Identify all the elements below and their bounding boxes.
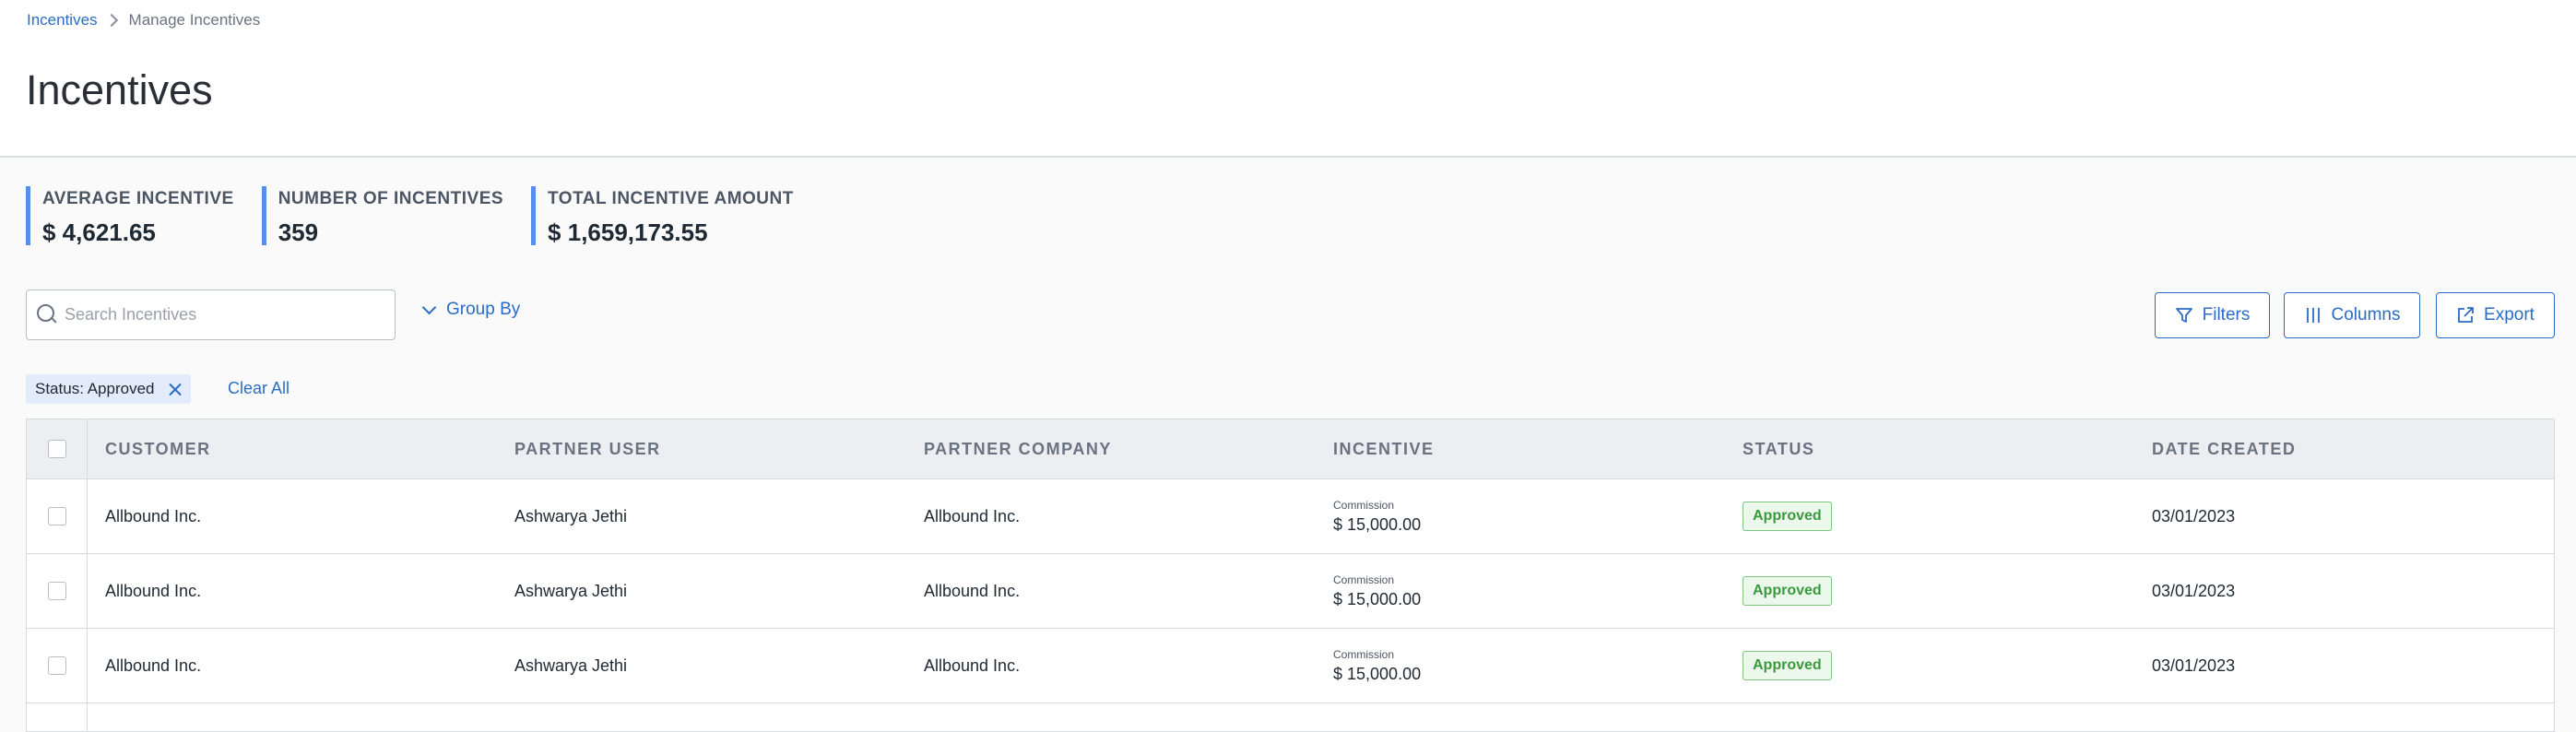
page-title: Incentives (26, 66, 213, 113)
cell-partner-user: Ashwarya Jethi (514, 655, 628, 675)
filter-chip-status: Status: Approved (26, 374, 192, 404)
stat-total-incentive-amount: TOTAL INCENTIVE AMOUNT $ 1,659,173.55 (531, 186, 794, 246)
filter-icon (2175, 308, 2192, 323)
columns-icon (2306, 308, 2320, 323)
cell-date-created: 03/01/2023 (2152, 506, 2236, 525)
cell-incentive: Commission $ 15,000.00 (1316, 648, 1725, 684)
row-check-cell (27, 703, 88, 731)
select-all-checkbox[interactable] (47, 440, 66, 458)
cell-partner-company: Allbound Inc. (924, 655, 1021, 675)
column-header-status[interactable]: STATUS (1725, 440, 2134, 459)
columns-button[interactable]: Columns (2284, 292, 2420, 338)
group-by-button[interactable]: Group By (421, 300, 521, 320)
filters-label: Filters (2202, 305, 2251, 325)
status-badge: Approved (1743, 502, 1832, 531)
row-check-cell (27, 554, 88, 628)
table-row[interactable]: Allbound Inc. Ashwarya Jethi Allbound In… (27, 479, 2554, 554)
export-icon (2458, 307, 2474, 323)
breadcrumb-incentives-link[interactable]: Incentives (27, 11, 98, 30)
stat-number-of-incentives: NUMBER OF INCENTIVES 359 (261, 186, 504, 246)
row-check-cell (27, 629, 88, 702)
column-header-partner-user[interactable]: PARTNER USER (497, 440, 906, 459)
filters-button[interactable]: Filters (2155, 292, 2270, 338)
stat-value: $ 4,621.65 (42, 218, 156, 246)
cell-partner-company: Allbound Inc. (924, 506, 1021, 525)
incentive-type: Commission (1333, 647, 1395, 661)
stat-label: AVERAGE INCENTIVE (42, 189, 234, 208)
table-row[interactable]: Allbound Inc. Ashwarya Jethi Allbound In… (27, 629, 2554, 703)
search-box[interactable] (26, 289, 396, 340)
cell-status: Approved (1725, 651, 2134, 680)
cell-incentive: Commission $ 15,000.00 (1316, 573, 1725, 609)
cell-incentive: Commission $ 15,000.00 (1316, 499, 1725, 535)
cell-customer: Allbound Inc. (105, 581, 202, 600)
stat-value: $ 1,659,173.55 (548, 218, 708, 246)
columns-label: Columns (2331, 305, 2401, 325)
breadcrumb-current: Manage Incentives (128, 11, 261, 29)
cell-customer: Allbound Inc. (105, 506, 202, 525)
page-header: Incentives Manage Incentives Incentives (0, 0, 2576, 158)
incentive-type: Commission (1333, 573, 1395, 586)
cell-customer: Allbound Inc. (105, 655, 202, 675)
row-check-cell (27, 479, 88, 553)
filter-chip-label: Status: Approved (35, 380, 155, 397)
select-all-cell (27, 419, 88, 478)
chevron-down-icon (421, 300, 437, 314)
incentive-amount: $ 15,000.00 (1333, 589, 1422, 608)
cell-date-created: 03/01/2023 (2152, 655, 2236, 675)
cell-partner-company: Allbound Inc. (924, 581, 1021, 600)
group-by-label: Group By (446, 300, 521, 319)
table-header: CUSTOMER PARTNER USER PARTNER COMPANY IN… (27, 419, 2554, 479)
row-checkbox[interactable] (47, 656, 66, 675)
export-button[interactable]: Export (2436, 292, 2555, 338)
column-header-partner-company[interactable]: PARTNER COMPANY (906, 440, 1316, 459)
status-badge: Approved (1743, 651, 1832, 680)
incentive-amount: $ 15,000.00 (1333, 664, 1422, 683)
column-header-date-created[interactable]: DATE CREATED (2134, 440, 2544, 459)
clear-all-link[interactable]: Clear All (228, 379, 290, 398)
cell-status: Approved (1725, 502, 2134, 531)
column-header-incentive[interactable]: INCENTIVE (1316, 440, 1725, 459)
stat-label: TOTAL INCENTIVE AMOUNT (548, 189, 794, 208)
row-checkbox[interactable] (47, 507, 66, 525)
search-input[interactable] (65, 305, 378, 325)
incentive-amount: $ 15,000.00 (1333, 514, 1422, 534)
cell-status: Approved (1725, 576, 2134, 606)
stat-value: 359 (278, 218, 319, 246)
column-header-customer[interactable]: CUSTOMER (88, 440, 497, 459)
stats-bar: AVERAGE INCENTIVE $ 4,621.65 NUMBER OF I… (26, 186, 821, 246)
cell-date-created: 03/01/2023 (2152, 581, 2236, 600)
status-badge: Approved (1743, 576, 1832, 606)
incentives-table: CUSTOMER PARTNER USER PARTNER COMPANY IN… (26, 419, 2555, 732)
row-checkbox[interactable] (47, 582, 66, 600)
stat-average-incentive: AVERAGE INCENTIVE $ 4,621.65 (26, 186, 234, 246)
chevron-right-icon (104, 13, 118, 28)
incentive-type: Commission (1333, 498, 1395, 512)
cell-partner-user: Ashwarya Jethi (514, 506, 628, 525)
cell-partner-user: Ashwarya Jethi (514, 581, 628, 600)
table-row-partial (27, 703, 2554, 731)
table-row[interactable]: Allbound Inc. Ashwarya Jethi Allbound In… (27, 554, 2554, 629)
export-label: Export (2484, 305, 2535, 325)
close-icon[interactable] (169, 383, 182, 396)
stat-label: NUMBER OF INCENTIVES (278, 189, 504, 208)
search-icon (37, 303, 59, 326)
breadcrumb: Incentives Manage Incentives (27, 11, 260, 30)
